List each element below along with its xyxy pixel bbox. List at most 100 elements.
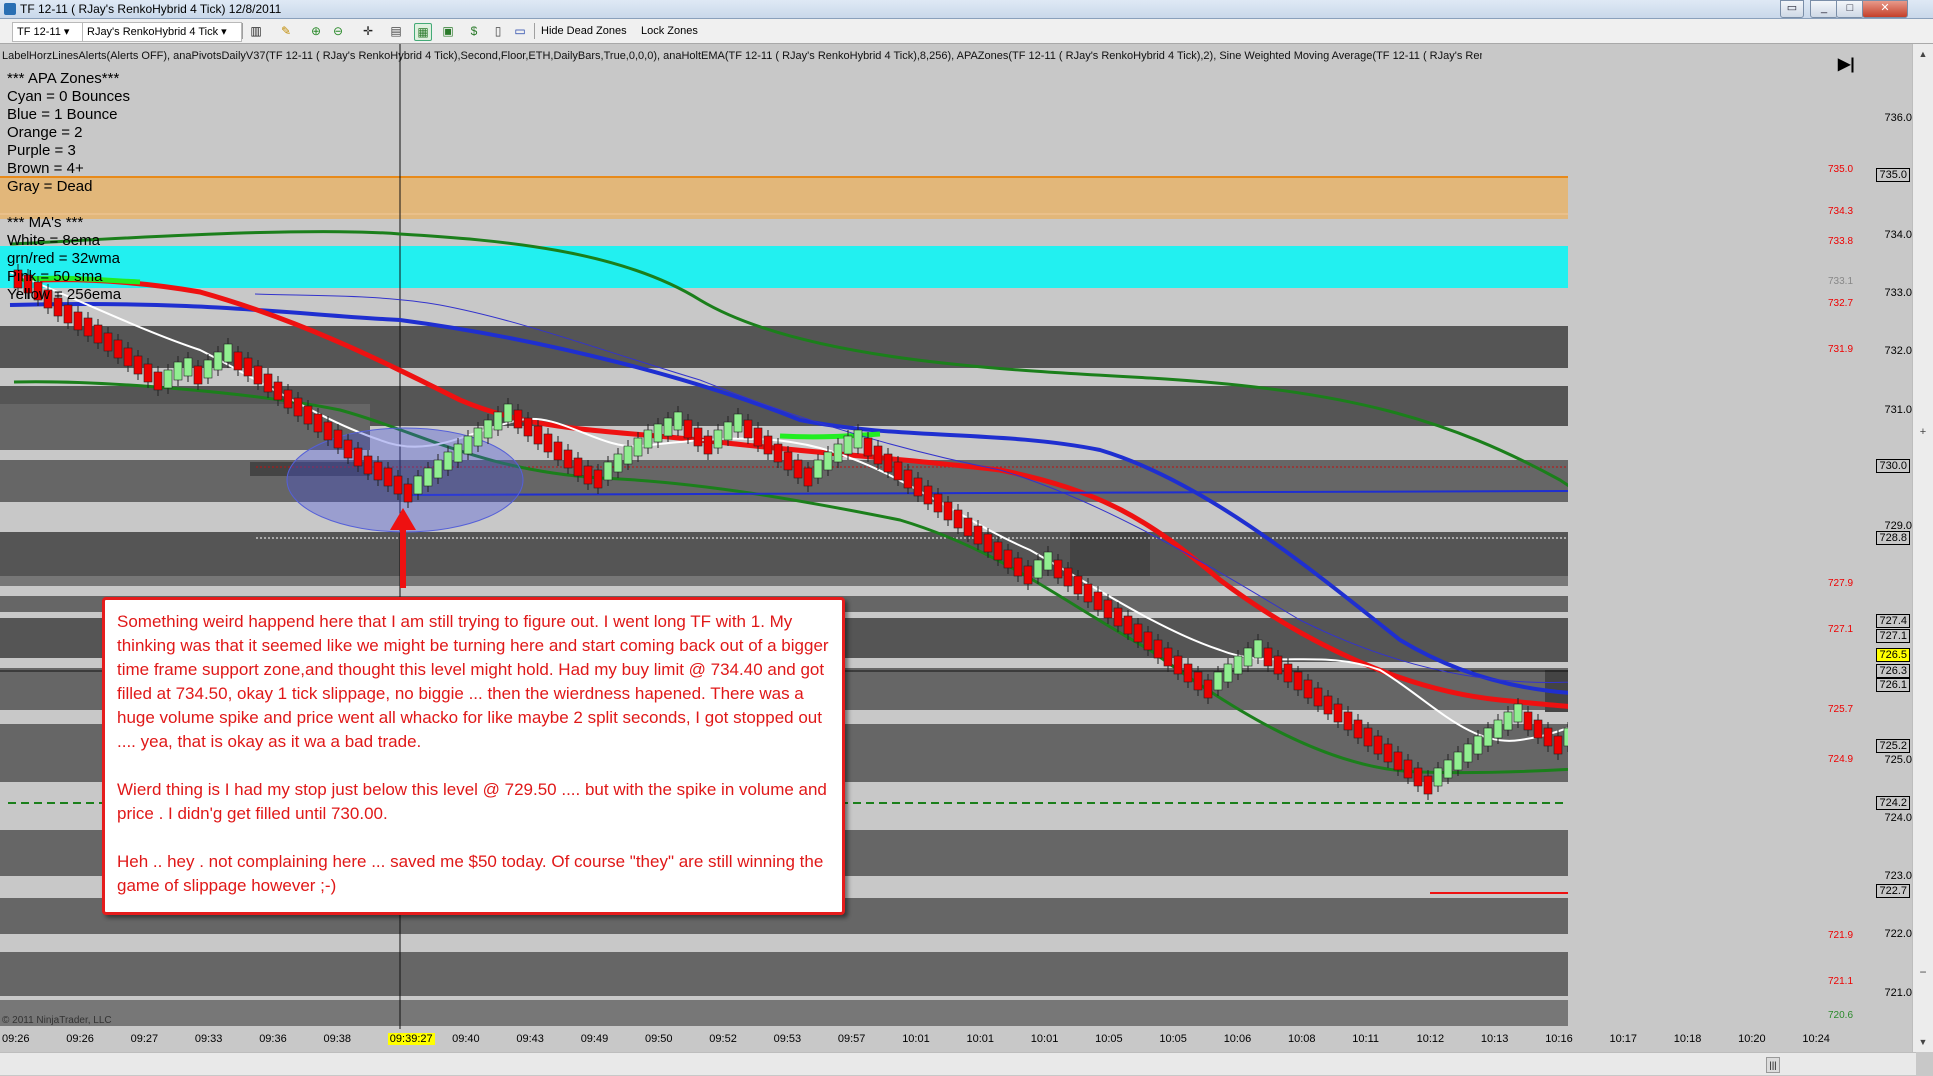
down-brick <box>293 397 303 417</box>
down-brick <box>93 324 103 344</box>
down-brick <box>573 457 583 477</box>
down-brick <box>1373 735 1383 755</box>
window-title: TF 12-11 ( RJay's RenkoHybrid 4 Tick) 12… <box>20 2 282 16</box>
note-line <box>7 196 130 214</box>
restore-button[interactable]: ▭ <box>1780 0 1804 18</box>
copyright-text: © 2011 NinjaTrader, LLC <box>2 1015 112 1026</box>
toolbar-divider <box>242 23 243 39</box>
down-brick <box>1353 719 1363 739</box>
down-brick <box>1053 559 1063 579</box>
down-brick <box>803 467 813 487</box>
scroll-down-icon[interactable]: ▼ <box>1915 1034 1931 1050</box>
up-brick <box>1433 767 1443 787</box>
up-brick <box>823 451 833 471</box>
down-brick <box>753 427 763 447</box>
level-label: 731.9 <box>1828 344 1854 355</box>
bar-type-value: RJay's RenkoHybrid 4 Tick <box>87 26 219 38</box>
scroll-thumb[interactable]: ||| <box>1766 1057 1780 1073</box>
callout-paragraph: Something weird happend here that I am s… <box>117 612 829 751</box>
time-label: 10:20 <box>1738 1033 1766 1045</box>
close-button[interactable]: ✕ <box>1862 0 1908 18</box>
time-label: 10:08 <box>1288 1033 1316 1045</box>
scroll-up-icon[interactable]: ▲ <box>1915 46 1931 62</box>
vertical-scrollbar[interactable]: ▲ + − ▼ <box>1912 44 1933 1052</box>
strategies-icon[interactable]: ▣ <box>440 23 456 39</box>
up-brick <box>843 435 853 455</box>
zoom-out-icon[interactable]: ⊖ <box>330 23 346 39</box>
up-brick <box>203 359 213 379</box>
zoom-minus-icon[interactable]: − <box>1915 964 1931 980</box>
level-label: 733.1 <box>1828 276 1854 287</box>
level-label: 727.1 <box>1828 624 1854 635</box>
up-brick <box>213 351 223 371</box>
time-label: 09:27 <box>130 1033 159 1045</box>
up-brick <box>613 453 623 473</box>
level-label: 732.7 <box>1828 298 1854 309</box>
price-label: 727.1 <box>1876 629 1910 643</box>
price-label: 727.4 <box>1876 614 1910 628</box>
time-label: 09:52 <box>709 1033 737 1045</box>
up-brick <box>1453 751 1463 771</box>
up-brick <box>1033 559 1043 579</box>
bar-type-selector[interactable]: RJay's RenkoHybrid 4 Tick ▾ <box>82 22 242 42</box>
level-label: 727.9 <box>1828 578 1854 589</box>
data-box-icon[interactable]: ▯ <box>490 23 506 39</box>
down-brick <box>1553 735 1563 755</box>
down-brick <box>133 355 143 375</box>
down-brick <box>533 425 543 445</box>
down-brick <box>193 365 203 385</box>
up-brick <box>673 411 683 431</box>
time-label: 10:01 <box>966 1033 995 1045</box>
instrument-selector[interactable]: TF 12-11 ▾ <box>12 22 86 42</box>
time-label: 09:40 <box>452 1033 480 1045</box>
down-brick <box>1103 599 1113 619</box>
up-brick <box>1463 743 1473 763</box>
up-brick <box>633 437 643 457</box>
down-brick <box>303 405 313 425</box>
down-brick <box>933 493 943 513</box>
down-brick <box>63 304 73 324</box>
down-brick <box>313 413 323 433</box>
time-label: 09:33 <box>194 1033 223 1045</box>
down-brick <box>323 421 333 441</box>
screenshot-icon[interactable]: ▭ <box>512 23 528 39</box>
properties-icon[interactable]: ▤ <box>388 23 404 39</box>
horizontal-scrollbar[interactable]: ||| <box>0 1052 1916 1075</box>
time-label: 09:26 <box>66 1033 94 1045</box>
down-brick <box>103 332 113 352</box>
up-brick <box>1243 647 1253 667</box>
lock-zones-button[interactable]: Lock Zones <box>641 22 698 40</box>
time-label: 10:12 <box>1416 1033 1445 1045</box>
time-label: 10:18 <box>1673 1033 1702 1045</box>
zoom-in-icon[interactable]: ⊕ <box>308 23 324 39</box>
down-brick <box>1073 575 1083 595</box>
app-icon <box>4 3 16 15</box>
price-label: 735.0 <box>1876 168 1910 182</box>
up-brick <box>853 429 863 449</box>
annotation-callout[interactable]: Something weird happend here that I am s… <box>102 597 845 915</box>
up-brick <box>503 403 513 423</box>
price-axis: 736.0 735.0 734.0 733.0 732.0 731.0 730.… <box>1868 44 1912 1036</box>
down-brick <box>683 419 693 439</box>
down-brick <box>373 461 383 481</box>
down-brick <box>1123 615 1133 635</box>
crosshair-icon[interactable]: ✛ <box>360 23 376 39</box>
dollar-icon[interactable]: $ <box>466 23 482 39</box>
cyan-zone <box>0 246 1568 288</box>
bars-icon[interactable]: ▥ <box>248 23 264 39</box>
chart-trader-icon[interactable]: ▦ <box>414 23 432 41</box>
pencil-icon[interactable]: ✎ <box>278 23 294 39</box>
minimize-button[interactable]: _ <box>1810 0 1838 18</box>
maximize-button[interactable]: □ <box>1836 0 1864 18</box>
zoom-plus-icon[interactable]: + <box>1915 424 1931 440</box>
hide-dead-zones-button[interactable]: Hide Dead Zones <box>541 22 627 40</box>
price-label: 726.1 <box>1876 678 1910 692</box>
down-brick <box>523 417 533 437</box>
down-brick <box>1523 711 1533 731</box>
level-label: 725.7 <box>1828 704 1854 715</box>
down-brick <box>783 451 793 471</box>
down-brick <box>273 381 283 401</box>
up-brick <box>163 369 173 389</box>
time-label: 10:24 <box>1802 1033 1830 1045</box>
time-label: 10:05 <box>1095 1033 1123 1045</box>
